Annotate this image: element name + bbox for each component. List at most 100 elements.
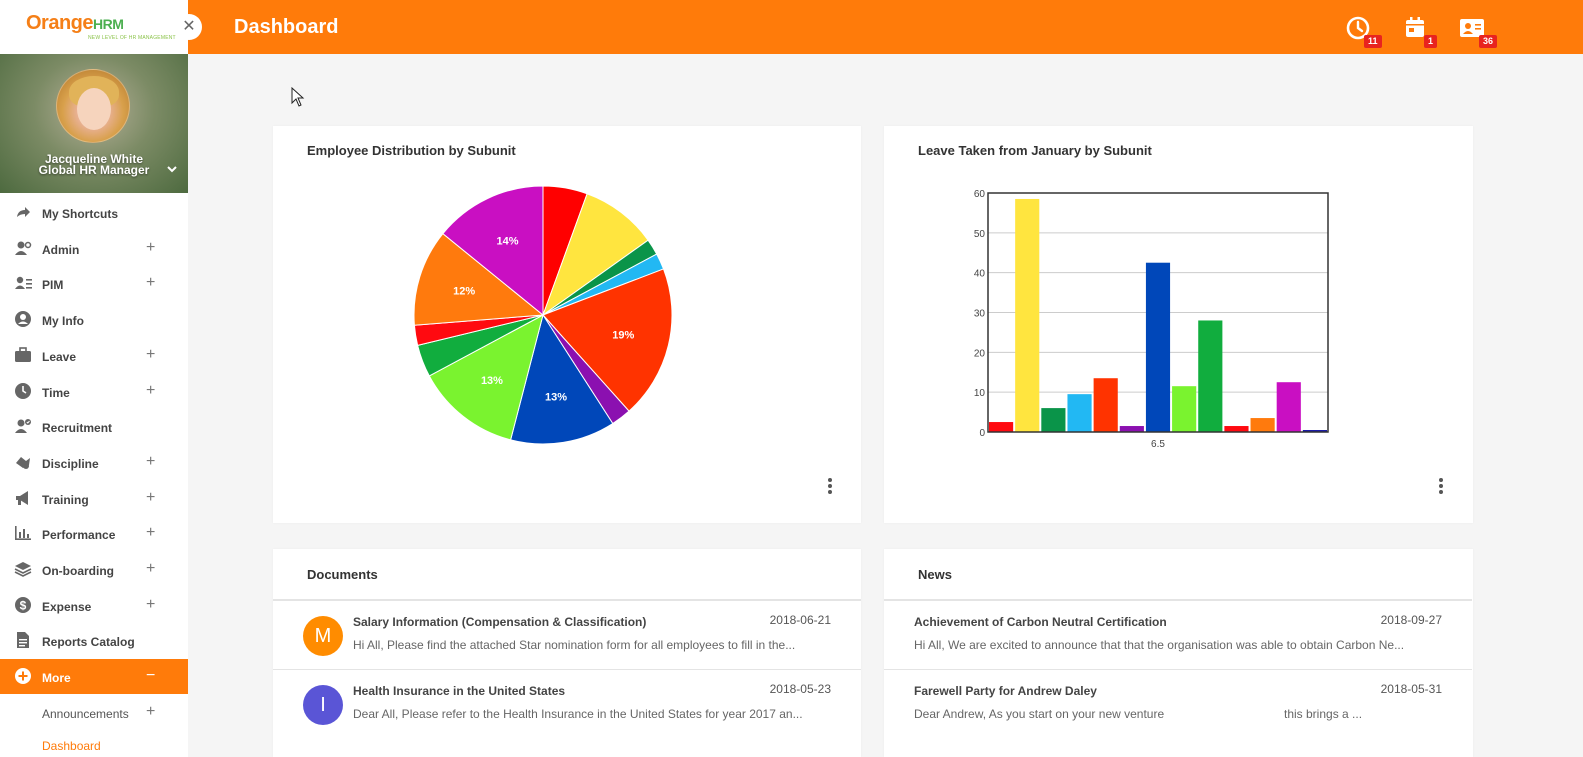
- bar[interactable]: [1119, 426, 1144, 432]
- admin-user-icon: [15, 241, 32, 255]
- page-title: Dashboard: [234, 16, 339, 38]
- documents-item[interactable]: I Health Insurance in the United States 20…: [273, 669, 861, 738]
- expand-icon[interactable]: +: [146, 560, 155, 578]
- sidebar-subitem-announcements[interactable]: Announcements +: [0, 695, 188, 730]
- y-tick-label: 30: [974, 309, 986, 320]
- logo-hrm: HRM: [93, 16, 124, 32]
- sidebar-item-time[interactable]: Time +: [0, 374, 188, 409]
- top-bar: Dashboard 11 1 36: [188, 0, 1583, 54]
- documents-title[interactable]: Salary Information (Compensation & Class…: [353, 615, 646, 629]
- card-title: News: [918, 567, 952, 582]
- pie-chart: 19% 13% 13% 12% 14%: [413, 185, 673, 445]
- recruitment-icon: [15, 419, 31, 433]
- close-sidebar-button[interactable]: ✕: [176, 14, 202, 40]
- svg-text:$: $: [20, 599, 27, 613]
- avatar: [56, 69, 130, 143]
- sidebar-item-training[interactable]: Training +: [0, 481, 188, 516]
- clock-icon: [15, 383, 31, 399]
- bar[interactable]: [1093, 378, 1118, 432]
- bar[interactable]: [1145, 262, 1171, 432]
- sidebar-item-my-info[interactable]: My Info: [0, 302, 188, 337]
- sidebar-item-admin[interactable]: Admin +: [0, 231, 188, 266]
- profile-panel[interactable]: Jacqueline White Global HR Manager: [0, 54, 188, 193]
- sidebar-item-my-shortcuts[interactable]: My Shortcuts: [0, 195, 188, 230]
- leave-taken-card: Leave Taken from January by Subunit 0 10 2…: [884, 126, 1473, 523]
- calendar-badge: 1: [1424, 35, 1438, 48]
- bar[interactable]: [1015, 198, 1040, 432]
- expand-icon[interactable]: +: [146, 596, 155, 614]
- bar[interactable]: [1067, 394, 1092, 432]
- logo-orange: Orange: [26, 12, 94, 34]
- document-icon: [17, 632, 29, 648]
- expand-icon[interactable]: +: [146, 453, 155, 471]
- news-date: 2018-05-31: [1380, 682, 1442, 696]
- expand-icon[interactable]: +: [146, 489, 155, 507]
- bar[interactable]: [1276, 382, 1301, 432]
- sidebar-item-label: Reports Catalog: [42, 635, 135, 649]
- time-badge: 11: [1364, 35, 1382, 48]
- discipline-icon: [16, 457, 30, 469]
- x-tick-label: 6.5: [1151, 439, 1165, 450]
- bar[interactable]: [989, 422, 1014, 432]
- y-tick-label: 50: [974, 229, 986, 240]
- bar[interactable]: [1041, 408, 1066, 432]
- bar[interactable]: [1224, 426, 1249, 432]
- briefcase-icon: [15, 347, 31, 362]
- sidebar-item-label: Performance: [42, 528, 116, 542]
- pie-slice-label: 13%: [545, 392, 567, 404]
- news-card: News Achievement of Carbon Neutral Certi…: [884, 549, 1473, 757]
- sidebar-item-reports-catalog[interactable]: Reports Catalog: [0, 623, 188, 658]
- sidebar-subitem-dashboard[interactable]: Dashboard: [0, 729, 188, 757]
- sidebar-item-more[interactable]: More −: [0, 659, 188, 694]
- sidebar-item-label: Recruitment: [42, 421, 113, 435]
- pie-slice-label: 19%: [612, 329, 634, 341]
- sidebar-subitem-label: Announcements: [42, 707, 129, 721]
- documents-item[interactable]: M Salary Information (Compensation & Clas…: [273, 600, 861, 669]
- y-tick-label: 10: [974, 388, 986, 399]
- card-menu-button[interactable]: [1436, 476, 1446, 496]
- bar[interactable]: [1198, 320, 1223, 432]
- employee-distribution-card: Employee Distribution by Subunit 19% 13% 1…: [273, 126, 861, 523]
- y-tick-label: 40: [974, 269, 986, 280]
- logo[interactable]: OrangeHRM NEW LEVEL OF HR MANAGEMENT: [0, 0, 188, 54]
- card-title: Documents: [307, 567, 378, 582]
- expand-icon[interactable]: +: [146, 346, 155, 364]
- news-item[interactable]: Achievement of Carbon Neutral Certificat…: [884, 600, 1472, 669]
- sidebar-item-on-boarding[interactable]: On-boarding +: [0, 552, 188, 587]
- sidebar-item-label: Admin: [42, 243, 80, 257]
- megaphone-icon: [16, 491, 28, 505]
- bar[interactable]: [1172, 386, 1197, 432]
- sidebar-item-label: Discipline: [42, 457, 99, 471]
- news-item[interactable]: Farewell Party for Andrew Daley 2018-05-3…: [884, 669, 1472, 738]
- news-snippet-continued: this brings a ...: [1284, 707, 1363, 721]
- news-title[interactable]: Farewell Party for Andrew Daley: [914, 684, 1097, 698]
- expand-icon[interactable]: +: [146, 703, 155, 721]
- sidebar-item-expense[interactable]: $ Expense +: [0, 588, 188, 623]
- news-snippet: Hi All, We are excited to announce that …: [914, 638, 1405, 652]
- pim-icon: [15, 276, 32, 289]
- bar[interactable]: [1250, 418, 1275, 432]
- collapse-icon[interactable]: −: [146, 667, 155, 685]
- sidebar-item-label: My Info: [42, 314, 84, 328]
- expand-icon[interactable]: +: [146, 524, 155, 542]
- chevron-down-icon[interactable]: [166, 164, 178, 174]
- card-menu-button[interactable]: [825, 476, 835, 496]
- sidebar-item-discipline[interactable]: Discipline +: [0, 445, 188, 480]
- bar-chart-icon: [15, 526, 31, 540]
- expand-icon[interactable]: +: [146, 239, 155, 257]
- expand-icon[interactable]: +: [146, 382, 155, 400]
- mouse-cursor-icon: [291, 87, 305, 107]
- expand-icon[interactable]: +: [146, 274, 155, 292]
- pie-slice-label: 12%: [453, 285, 475, 297]
- sidebar-item-label: On-boarding: [42, 564, 114, 578]
- sidebar-item-recruitment[interactable]: Recruitment: [0, 409, 188, 444]
- sidebar-item-pim[interactable]: PIM +: [0, 266, 188, 301]
- sidebar-subitem-label: Dashboard: [42, 739, 101, 753]
- sidebar-item-performance[interactable]: Performance +: [0, 516, 188, 551]
- documents-title[interactable]: Health Insurance in the United States: [353, 684, 565, 698]
- sidebar-item-label: Expense: [42, 600, 92, 614]
- news-title[interactable]: Achievement of Carbon Neutral Certificat…: [914, 615, 1167, 629]
- contacts-badge: 36: [1479, 35, 1498, 48]
- pie-slice-label: 14%: [497, 235, 519, 247]
- sidebar-item-leave[interactable]: Leave +: [0, 338, 188, 373]
